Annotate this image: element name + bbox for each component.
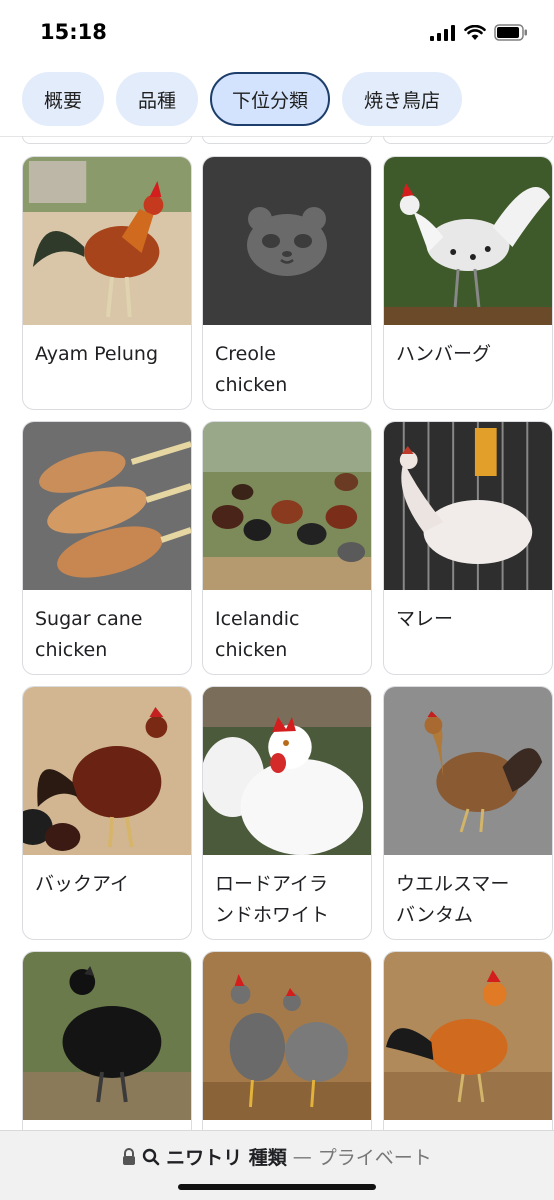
rooster-photo bbox=[384, 422, 552, 590]
card-label: ハンバーグ bbox=[396, 343, 492, 365]
rooster-photo bbox=[384, 157, 552, 325]
signal-icon bbox=[430, 24, 455, 41]
chip-yakitori-shops[interactable]: 焼き鳥店 bbox=[342, 72, 463, 126]
filter-chips: 概要 品種 下位分類 焼き鳥店 bbox=[22, 72, 463, 126]
card-buckeye[interactable]: バックアイ bbox=[22, 686, 192, 940]
card-label bbox=[384, 1120, 552, 1130]
card-label: ウエルスマー バンタム bbox=[396, 873, 510, 926]
card-rhode-island-white[interactable]: ロードアイラ ンドホワイト bbox=[202, 686, 372, 940]
search-query: ニワトリ 種類 bbox=[166, 1147, 287, 1169]
browser-bottom-bar: ニワトリ 種類 — プライベート bbox=[0, 1130, 554, 1200]
flock-photo bbox=[203, 422, 371, 590]
status-bar: 15:18 bbox=[0, 0, 554, 62]
chip-breeds[interactable]: 品種 bbox=[116, 72, 199, 126]
private-mode-label: プライベート bbox=[317, 1147, 432, 1169]
card-stub bbox=[383, 136, 553, 144]
card-label: ロードアイラ ンドホワイト bbox=[215, 873, 330, 926]
card-sugar-cane-chicken[interactable]: Sugar cane chicken bbox=[22, 421, 192, 675]
card-label: マレー bbox=[396, 608, 454, 630]
hen-photo bbox=[23, 952, 191, 1120]
card-label: Creole chicken bbox=[215, 343, 288, 396]
separator: — bbox=[292, 1145, 312, 1168]
card-stub bbox=[22, 136, 192, 144]
address-bar[interactable]: ニワトリ 種類 — プライベート bbox=[0, 1143, 554, 1170]
card-black-hen[interactable] bbox=[22, 951, 192, 1130]
status-icons bbox=[430, 24, 528, 41]
battery-icon bbox=[494, 24, 527, 41]
card-ayam-pelung[interactable]: Ayam Pelung bbox=[22, 156, 192, 410]
card-welsummer-bantam[interactable]: ウエルスマー バンタム bbox=[383, 686, 553, 940]
rooster-photo bbox=[23, 687, 191, 855]
lock-icon bbox=[123, 1147, 136, 1165]
food-photo bbox=[23, 422, 191, 590]
results-grid: Ayam Pelung Creole chicken ハンバーグ Sugar c… bbox=[0, 156, 554, 1130]
chicken-photo bbox=[203, 687, 371, 855]
rooster-photo bbox=[23, 157, 191, 325]
card-label bbox=[203, 1120, 371, 1130]
card-creole-chicken[interactable]: Creole chicken bbox=[202, 156, 372, 410]
rooster-photo bbox=[384, 952, 552, 1120]
card-label: Icelandic chicken bbox=[215, 608, 300, 661]
card-icelandic-chicken[interactable]: Icelandic chicken bbox=[202, 421, 372, 675]
status-time: 15:18 bbox=[40, 20, 107, 44]
card-label: バックアイ bbox=[35, 873, 130, 895]
card-bantam-rooster[interactable] bbox=[383, 951, 553, 1130]
card-stub bbox=[202, 136, 372, 144]
wifi-icon bbox=[464, 24, 486, 40]
card-barred-chickens[interactable] bbox=[202, 951, 372, 1130]
hen-photo bbox=[384, 687, 552, 855]
card-malay[interactable]: マレー bbox=[383, 421, 553, 675]
chickens-photo bbox=[203, 952, 371, 1120]
chip-subcategory[interactable]: 下位分類 bbox=[210, 72, 331, 126]
card-label: Sugar cane chicken bbox=[35, 608, 143, 661]
card-hamburg[interactable]: ハンバーグ bbox=[383, 156, 553, 410]
search-icon bbox=[142, 1148, 160, 1165]
image-placeholder bbox=[203, 157, 371, 325]
card-label: Ayam Pelung bbox=[35, 343, 159, 365]
card-label bbox=[23, 1120, 191, 1130]
panda-icon bbox=[247, 207, 327, 276]
home-indicator bbox=[178, 1184, 376, 1190]
chip-overview[interactable]: 概要 bbox=[22, 72, 105, 126]
previous-row-stubs bbox=[0, 136, 554, 144]
